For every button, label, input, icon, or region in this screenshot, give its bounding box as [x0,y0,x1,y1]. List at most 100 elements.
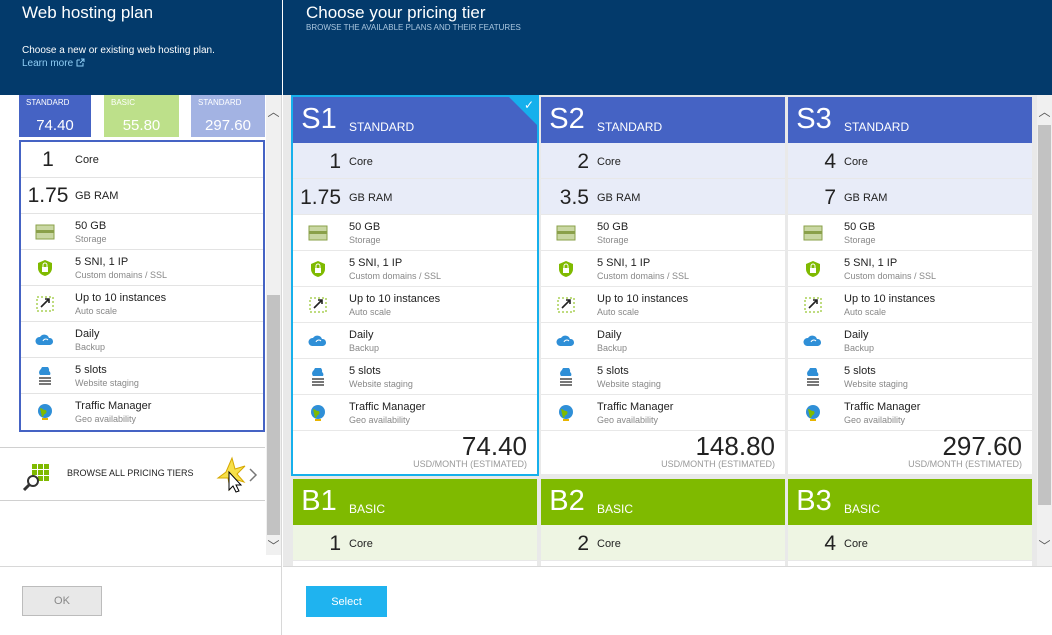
pricing-card-b3[interactable]: B3 BASIC 4 Core [788,479,1032,566]
feature-sub: Backup [844,343,875,353]
feature-row: Daily Backup [788,323,1032,359]
ram-row: 3.5 GB RAM [541,179,785,215]
feature-main: Up to 10 instances [349,293,441,305]
pricing-card-b2[interactable]: B2 BASIC 2 Core [541,479,785,566]
feature-row-staging: 5 slots Website staging [21,358,263,394]
tab-price: 55.80 [122,117,161,134]
left-scrollbar[interactable]: ︿ ﹀ [266,95,281,555]
core-count: 1 [42,148,54,171]
blade-title: Web hosting plan [22,3,154,22]
ram-label: GB RAM [349,192,393,204]
chevron-right-icon[interactable] [214,454,258,496]
feature-main: 5 slots [75,364,107,376]
card-header: B1 BASIC [293,479,537,525]
price-note: USD/MONTH (ESTIMATED) [413,459,527,469]
feature-row: 50 GB Storage [293,215,537,251]
scroll-up-icon[interactable]: ︿ [266,103,281,120]
core-row: 2 Core [541,143,785,179]
learn-more-label: Learn more [22,58,74,69]
feature-sub: Storage [844,235,876,245]
backup-cloud-icon [803,335,822,346]
core-row: 4 Core [788,143,1032,179]
tier-name: BASIC [844,502,881,516]
scroll-thumb[interactable] [1038,125,1051,505]
backup-cloud-icon [35,334,54,345]
backup-cloud-icon [308,335,327,346]
blade-title: Choose your pricing tier [306,3,486,22]
plan-tab-standard-74[interactable]: STANDARD 74.40 [19,95,91,137]
card-header: S2 STANDARD [541,97,785,143]
plan-tab-basic-55[interactable]: BASIC 55.80 [104,95,179,137]
pricing-card-s2[interactable]: S2 STANDARD 2 Core 3.5 GB RAM 50 GB Storage 5 SN… [541,97,785,474]
feature-sub: Geo availability [597,415,659,425]
feature-row-autoscale: Up to 10 instances Auto scale [21,286,263,322]
card-header: S1 STANDARD ✓ [293,97,537,143]
feature-main: 5 slots [349,365,381,377]
feature-sub: Custom domains / SSL [75,270,168,280]
feature-sub: Custom domains / SSL [349,271,442,281]
card-header: B3 BASIC [788,479,1032,525]
feature-main: 5 SNI, 1 IP [597,257,651,269]
autoscale-icon [36,296,54,312]
card-price: 297.60 [942,431,1022,461]
tier-code: S2 [549,103,585,135]
scroll-up-icon[interactable]: ︿ [1037,103,1052,120]
ram-amount: 1.75 [27,184,69,207]
ssl-shield-icon [311,261,325,277]
pricing-card-s1[interactable]: S1 STANDARD ✓ 1 Core 1.75 GB RAM 50 GB Storage 5 … [291,95,539,476]
browse-tiers-icon [22,464,49,492]
browse-pricing-tiers-button[interactable]: BROWSE ALL PRICING TIERS [0,447,265,501]
feature-sub: Storage [75,234,107,244]
select-button[interactable]: Select [306,586,387,617]
selected-plan-card[interactable]: 1 Core 1.75 GB RAM 50 GB Storage 5 SNI, … [19,140,265,432]
feature-sub: Website staging [349,379,413,389]
feature-sub: Auto scale [349,307,392,317]
blade-subtitle: BROWSE THE AVAILABLE PLANS AND THEIR FEA… [306,23,521,32]
feature-main: Up to 10 instances [844,293,936,305]
ram-amount: 3.5 [559,186,589,209]
feature-main: Up to 10 instances [597,293,689,305]
external-link-icon [76,58,85,67]
browse-label: BROWSE ALL PRICING TIERS [67,468,194,478]
core-row: 2 Core [541,525,785,561]
core-row: 1 Core [21,142,263,178]
core-label: Core [597,538,621,550]
core-count: 2 [577,532,589,555]
pricing-card-s3[interactable]: S3 STANDARD 4 Core 7 GB RAM 50 GB Storage 5 SNI,… [788,97,1032,474]
scroll-thumb[interactable] [267,295,280,535]
feature-row: Traffic Manager Geo availability [293,395,537,431]
ram-amount: 7 [824,186,836,209]
tab-price: 297.60 [205,117,251,134]
feature-row: 5 slots Website staging [541,359,785,395]
feature-sub: Auto scale [844,307,887,317]
core-label: Core [349,156,373,168]
core-row: 4 Core [788,525,1032,561]
feature-main: Traffic Manager [597,401,674,413]
pricing-card-b1[interactable]: B1 BASIC 1 Core [293,479,537,566]
feature-row-ssl: 5 SNI, 1 IP Custom domains / SSL [21,250,263,286]
feature-sub: Backup [349,343,380,353]
tier-name: STANDARD [349,120,415,134]
ok-button[interactable]: OK [22,586,102,616]
right-scrollbar[interactable]: ︿ ﹀ [1037,95,1052,566]
feature-sub: Website staging [844,379,908,389]
plan-tab-standard-297[interactable]: STANDARD 297.60 [191,95,265,137]
core-row: 1 Core [293,143,537,179]
core-label: Core [75,154,99,166]
core-count: 1 [329,532,341,555]
feature-sub: Storage [597,235,629,245]
core-row: 1 Core [293,525,537,561]
learn-more-link[interactable]: Learn more [22,58,85,69]
web-hosting-plan-blade: Web hosting plan Choose a new or existin… [0,0,282,635]
storage-icon [35,224,55,240]
core-count: 4 [824,150,836,173]
feature-main: Daily [349,329,374,341]
ssl-shield-icon [559,261,573,277]
scroll-down-icon[interactable]: ﹀ [1037,537,1052,554]
tier-code: B2 [549,485,585,517]
core-label: Core [844,156,868,168]
autoscale-icon [557,297,575,313]
tier-name: STANDARD [844,120,910,134]
blade-header: Web hosting plan Choose a new or existin… [0,0,282,95]
scroll-down-icon[interactable]: ﹀ [266,537,281,554]
